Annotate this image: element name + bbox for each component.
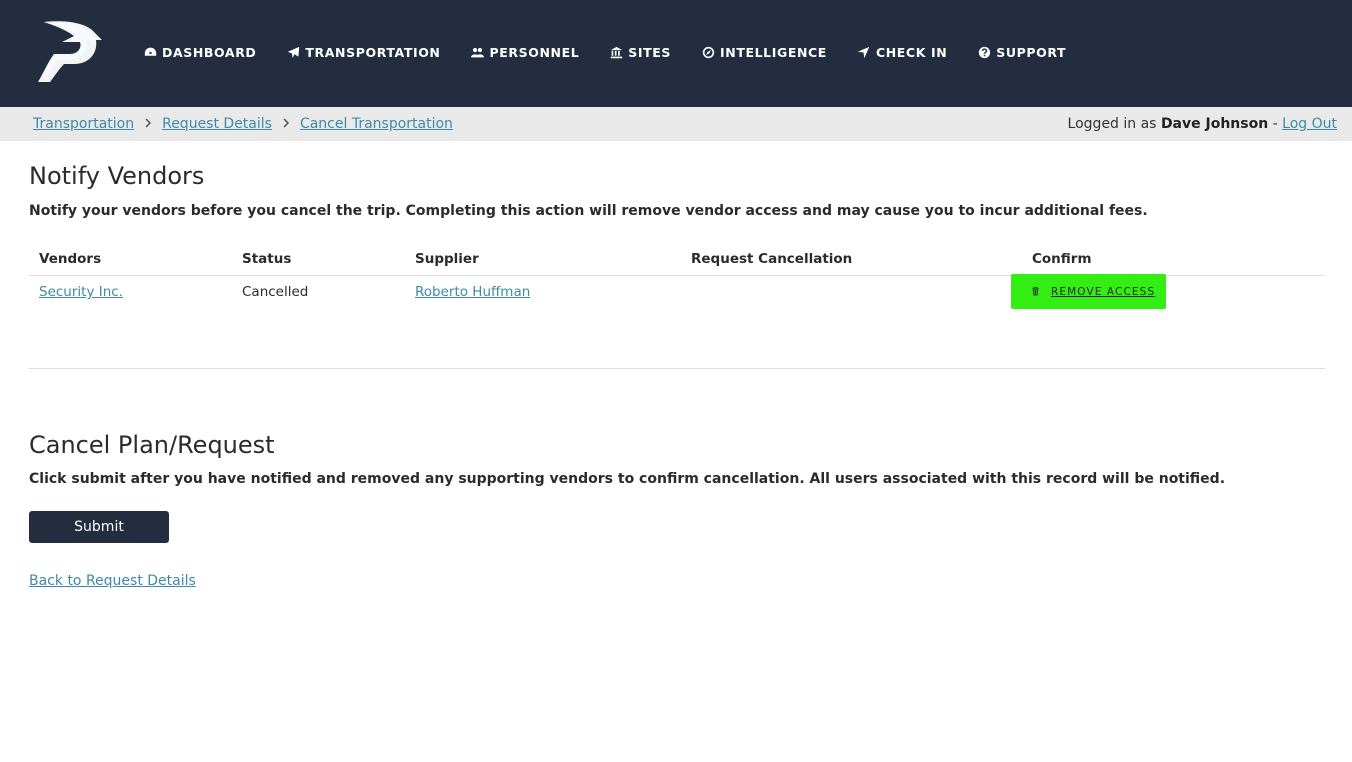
remove-access-label: REMOVE ACCESS: [1051, 285, 1156, 298]
logout-link[interactable]: Log Out: [1282, 116, 1337, 132]
chevron-right-icon: [134, 116, 162, 132]
nav-support-label: SUPPORT: [996, 44, 1067, 60]
table-header: Vendors Status Supplier Request Cancella…: [29, 246, 1325, 276]
nav-check-in[interactable]: CHECK IN: [857, 45, 947, 60]
nav-transportation[interactable]: TRANSPORTATION: [286, 45, 440, 60]
submit-button[interactable]: Submit: [29, 511, 169, 543]
building-icon: [609, 45, 623, 59]
section-divider: [29, 368, 1325, 369]
nav-check-in-label: CHECK IN: [875, 44, 948, 60]
top-navigation-bar: DASHBOARD TRANSPORTATION PERSONNEL SITES…: [0, 0, 1352, 107]
nav-personnel[interactable]: PERSONNEL: [471, 45, 580, 60]
column-header-request-cancellation: Request Cancellation: [691, 251, 853, 267]
breadcrumb-bar: Transportation Request Details Cancel Tr…: [0, 107, 1352, 141]
dashboard-icon: [143, 45, 157, 59]
breadcrumb: Transportation Request Details Cancel Tr…: [33, 116, 453, 132]
user-separator: -: [1272, 116, 1278, 132]
nav-dashboard-label: DASHBOARD: [162, 44, 257, 60]
breadcrumb-transportation[interactable]: Transportation: [33, 116, 134, 132]
chevron-right-icon: [272, 116, 300, 132]
column-header-supplier: Supplier: [415, 251, 479, 267]
nav-support[interactable]: SUPPORT: [977, 45, 1066, 60]
logged-in-prefix: Logged in as: [1067, 116, 1157, 132]
breadcrumb-request-details[interactable]: Request Details: [162, 116, 272, 132]
cancel-plan-title: Cancel Plan/Request: [29, 431, 275, 459]
user-info: Logged in as Dave Johnson - Log Out: [1068, 116, 1337, 132]
question-icon: [977, 45, 991, 59]
location-arrow-icon: [857, 45, 871, 59]
users-icon: [471, 45, 485, 59]
plane-icon: [286, 45, 300, 59]
vendor-link[interactable]: Security Inc.: [39, 284, 123, 300]
brand-logo[interactable]: [36, 18, 102, 86]
breadcrumb-cancel-transportation[interactable]: Cancel Transportation: [300, 116, 453, 132]
main-nav: DASHBOARD TRANSPORTATION PERSONNEL SITES…: [143, 44, 1096, 60]
column-header-confirm: Confirm: [1032, 251, 1092, 267]
nav-transportation-label: TRANSPORTATION: [305, 44, 441, 60]
nav-intelligence-label: INTELLIGENCE: [720, 44, 827, 60]
user-name: Dave Johnson: [1160, 116, 1269, 132]
nav-dashboard[interactable]: DASHBOARD: [143, 45, 256, 60]
cancel-plan-description: Click submit after you have notified and…: [29, 471, 1226, 487]
remove-access-button[interactable]: REMOVE ACCESS: [1011, 274, 1166, 309]
compass-icon: [701, 45, 715, 59]
back-to-request-details-link[interactable]: Back to Request Details: [29, 573, 196, 589]
nav-intelligence[interactable]: INTELLIGENCE: [701, 45, 827, 60]
column-header-status: Status: [242, 251, 292, 267]
notify-vendors-description: Notify your vendors before you cancel th…: [29, 203, 1148, 219]
column-header-vendors: Vendors: [39, 251, 102, 267]
nav-sites[interactable]: SITES: [609, 45, 671, 60]
nav-sites-label: SITES: [628, 44, 672, 60]
trash-icon: [1031, 286, 1041, 297]
notify-vendors-title: Notify Vendors: [29, 162, 205, 190]
vendor-status: Cancelled: [242, 284, 309, 300]
supplier-link[interactable]: Roberto Huffman: [415, 284, 530, 300]
nav-personnel-label: PERSONNEL: [489, 44, 580, 60]
